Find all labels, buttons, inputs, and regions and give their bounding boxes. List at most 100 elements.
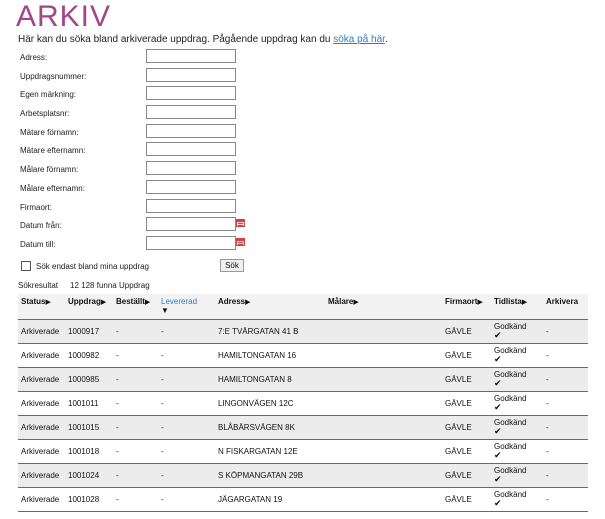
cell-arkivera: - [543,367,588,392]
table-row[interactable]: Arkiverade 1000985- - HAMILTONGATAN 8 GÄVLE G… [18,367,588,392]
cell-malare [325,343,442,368]
cell-bestallt: - [113,463,158,488]
column-header[interactable]: Adress▶ [215,294,325,320]
form-field-input[interactable] [146,67,236,82]
only-mine-option[interactable]: Sök endast bland mina uppdrag [21,261,149,271]
form-field-label: Egen märkning: [20,90,77,100]
checkmark-icon: ✔ [494,354,502,364]
table-row[interactable]: Arkiverade 1001015- - BLÅBÄRSVÄGEN 8K GÄVLE G… [18,415,588,440]
form-row: Egen märkning: [18,86,278,105]
form-field-input[interactable] [146,161,236,176]
column-header[interactable]: Beställt▶ [113,294,158,320]
cell-firmaort: GÄVLE [442,439,491,464]
sort-arrow-icon: ▶ [245,299,251,306]
form-row: Adress: [18,49,278,68]
cell-arkivera: - [543,319,588,344]
cell-levererad: - [158,439,215,464]
form-field-input[interactable] [146,217,236,232]
cell-status: Arkiverade [18,319,65,344]
search-ongoing-link[interactable]: söka på här [333,34,385,45]
cell-bestallt: - [113,439,158,464]
cell-tidlista: Godkänd ✔ [491,319,543,344]
only-mine-checkbox[interactable] [21,261,31,271]
cell-arkivera: - [543,487,588,512]
column-header[interactable]: Arkivera [543,294,588,320]
form-field-input[interactable] [146,198,236,213]
intro-text-main: Här kan du söka bland arkiverade uppdrag… [18,34,334,45]
column-header-label: Status [21,297,46,306]
column-header[interactable]: Firmaort▶ [442,294,491,320]
form-row: Datum från: [18,217,278,236]
column-header[interactable]: Tidlista▶ [491,294,543,320]
cell-malare [325,391,442,416]
column-header-label: Levererad [161,297,198,306]
cell-levererad: - [158,367,215,392]
form-field-label: Datum till: [20,239,56,249]
form-row: Firmaort: [18,198,278,218]
column-header[interactable]: Målare▶ [325,294,442,320]
column-header[interactable]: Uppdrag▶ [65,294,113,320]
only-mine-label: Sök endast bland mina uppdrag [36,261,149,271]
cell-malare [325,463,442,488]
result-label: Sökresultat [18,281,59,290]
table-row[interactable]: Arkiverade 1000917- -7:E TVÄRGATAN 41 B GÄV… [18,319,588,344]
cell-adress: BLÅBÄRSVÄGEN 8K [215,415,325,440]
column-header-label: Arkivera [546,297,579,306]
checkmark-icon: ✔ [494,474,502,484]
column-header[interactable]: Status▶ [18,294,65,320]
form-row: Uppdragsnummer: [18,67,278,87]
search-button[interactable]: Sök [220,259,244,272]
form-field-input[interactable] [146,142,236,157]
table-row[interactable]: Arkiverade 1001011- - LINGONVÄGEN 12C GÄVLE G… [18,391,588,416]
form-row: Målare förnamn: [18,161,278,180]
form-field-input[interactable] [146,105,236,120]
cell-status: Arkiverade [18,343,65,368]
cell-uppdrag: 1001015 [65,415,113,440]
form-field-input[interactable] [146,123,236,138]
cell-uppdrag: 1001028 [65,487,113,512]
checkmark-icon: ✔ [494,426,502,436]
cell-malare [325,439,442,464]
calendar-icon[interactable] [236,219,245,228]
cell-bestallt: - [113,391,158,416]
checkmark-icon: ✔ [494,378,502,388]
cell-arkivera: - [543,391,588,416]
calendar-icon[interactable] [236,237,245,246]
form-field-input[interactable] [146,49,236,63]
form-field-input[interactable] [146,179,236,194]
result-count: 12 128 funna Uppdrag [70,281,150,290]
column-header-label: Uppdrag [68,297,101,306]
form-row: Mätare efternamn: [18,142,278,161]
cell-firmaort: GÄVLE [442,487,491,512]
table-row[interactable]: Arkiverade 1001018- - N FISKARGATAN 12E GÄVL… [18,439,588,464]
cell-adress: N FISKARGATAN 12E [215,439,325,464]
cell-firmaort: GÄVLE [442,391,491,416]
cell-uppdrag: 1001018 [65,439,113,464]
table-row[interactable]: Arkiverade 1000982- - HAMILTONGATAN 16 GÄVLE… [18,343,588,368]
cell-status: Arkiverade [18,391,65,416]
cell-uppdrag: 1001011 [65,391,113,416]
cell-bestallt: - [113,343,158,368]
cell-arkivera: - [543,343,588,368]
cell-firmaort: GÄVLE [442,343,491,368]
cell-arkivera: - [543,439,588,464]
sort-arrow-icon: ▶ [353,299,359,306]
sort-arrow-icon: ▶ [144,299,151,306]
cell-firmaort: GÄVLE [442,463,491,488]
intro-text-end: . [384,34,388,45]
form-field-input[interactable] [146,86,236,101]
column-header[interactable]: Levererad ▼ [158,294,215,320]
table-row[interactable]: Arkiverade 1001024- - S KÖPMANGATAN 29B GÄVL… [18,463,588,488]
cell-bestallt: - [113,415,158,440]
table-body: Arkiverade 1000917- -7:E TVÄRGATAN 41 B GÄV… [18,319,588,512]
search-form: Adress: Uppdragsnummer: Egen märkning: Arbe… [18,49,278,255]
checkmark-icon: ✔ [494,402,502,412]
cell-status: Arkiverade [18,487,65,512]
cell-bestallt: - [113,487,158,512]
cell-uppdrag: 1001024 [65,463,113,488]
cell-adress: HAMILTONGATAN 8 [215,367,325,392]
form-field-label: Uppdragsnummer: [20,71,87,81]
cell-arkivera: - [543,463,588,488]
table-row[interactable]: Arkiverade 1001028- - JÄGARGATAN 19 GÄVLE God… [18,487,588,512]
form-field-input[interactable] [146,235,236,250]
